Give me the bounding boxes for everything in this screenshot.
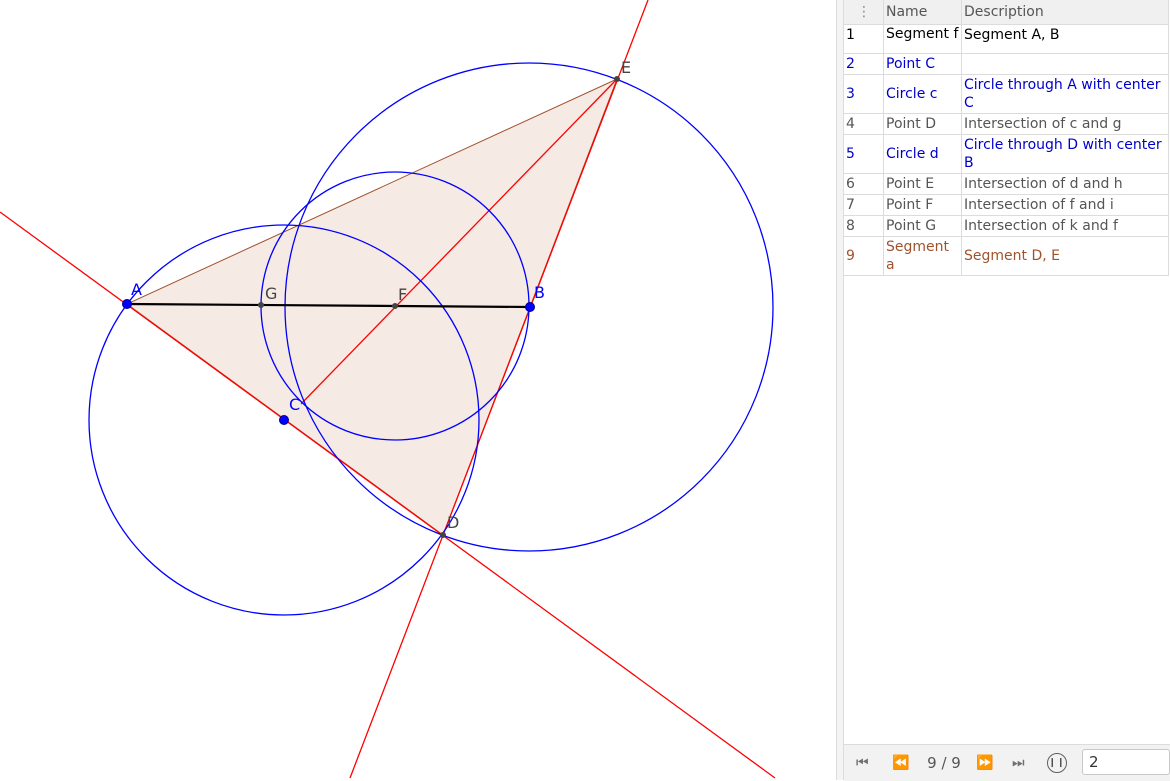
table-header-row: ⋮ Name Description <box>844 0 1169 25</box>
row-number: 2 <box>844 53 884 75</box>
row-description: Intersection of k and f <box>961 215 1169 237</box>
graphics-view[interactable]: A B C D E F G <box>0 0 836 780</box>
skip-to-end-icon[interactable]: ⏭ <box>1012 754 1025 772</box>
table-row[interactable]: 3 Circle c Circle through A with center … <box>844 74 1169 114</box>
rewind-icon[interactable]: ⏪ <box>892 754 909 772</box>
point-a[interactable] <box>122 299 132 309</box>
row-description <box>961 53 1169 75</box>
table-row[interactable]: 8 Point G Intersection of k and f <box>844 215 1169 237</box>
triangle-polygon[interactable] <box>126 78 618 536</box>
row-number: 3 <box>844 74 884 114</box>
row-number: 6 <box>844 173 884 195</box>
row-name: Segment f <box>883 24 962 54</box>
row-name: Segment a <box>883 236 962 276</box>
skip-to-start-icon[interactable]: ⏮ <box>856 754 869 772</box>
pause-icon: ❙❙ <box>1048 758 1066 768</box>
column-header-name[interactable]: Name <box>883 0 962 25</box>
row-description: Segment D, E <box>961 236 1169 276</box>
panel-splitter[interactable] <box>836 0 844 780</box>
row-name: Point G <box>883 215 962 237</box>
point-e[interactable] <box>614 76 620 82</box>
row-name: Point F <box>883 194 962 216</box>
row-name: Point D <box>883 113 962 135</box>
row-name: Circle d <box>883 134 962 174</box>
row-number: 1 <box>844 24 884 54</box>
vertical-dots-icon[interactable]: ⋮ <box>857 3 871 21</box>
construction-protocol: ⋮ Name Description 1 Segment f Segment A… <box>844 0 1170 780</box>
column-header-description[interactable]: Description <box>961 0 1169 25</box>
row-description: Segment A, B <box>961 24 1169 54</box>
speed-input[interactable] <box>1082 749 1170 775</box>
geometry-canvas[interactable]: A B C D E F G <box>0 0 836 780</box>
navigation-bar: ⏮ ⏪ 9 / 9 ⏩ ⏭ ❙❙ <box>844 744 1170 781</box>
row-name: Point E <box>883 173 962 195</box>
table-row[interactable]: 4 Point D Intersection of c and g <box>844 113 1169 135</box>
point-e-label: E <box>621 58 631 77</box>
row-number: 7 <box>844 194 884 216</box>
table-row[interactable]: 9 Segment a Segment D, E <box>844 236 1169 276</box>
pause-button[interactable]: ❙❙ <box>1047 753 1067 773</box>
table-row[interactable]: 5 Circle d Circle through D with center … <box>844 134 1169 174</box>
row-description: Intersection of c and g <box>961 113 1169 135</box>
row-name: Point C <box>883 53 962 75</box>
column-menu[interactable]: ⋮ <box>844 0 884 25</box>
row-name: Circle c <box>883 74 962 114</box>
table-row[interactable]: 1 Segment f Segment A, B <box>844 24 1169 54</box>
step-indicator: 9 / 9 <box>927 754 961 772</box>
point-b[interactable] <box>525 302 535 312</box>
point-d[interactable] <box>440 532 446 538</box>
point-f-label: F <box>398 285 407 304</box>
point-b-label: B <box>534 283 545 302</box>
row-number: 4 <box>844 113 884 135</box>
point-g-label: G <box>265 284 277 303</box>
table-row[interactable]: 7 Point F Intersection of f and i <box>844 194 1169 216</box>
row-description: Circle through A with center C <box>961 74 1169 114</box>
fast-forward-icon[interactable]: ⏩ <box>976 754 993 772</box>
row-description: Intersection of f and i <box>961 194 1169 216</box>
point-g[interactable] <box>258 302 264 308</box>
row-number: 5 <box>844 134 884 174</box>
row-description: Circle through D with center B <box>961 134 1169 174</box>
point-d-label: D <box>447 513 459 532</box>
point-c-label: C <box>289 395 300 414</box>
row-description: Intersection of d and h <box>961 173 1169 195</box>
table-row[interactable]: 2 Point C <box>844 53 1169 75</box>
table-row[interactable]: 6 Point E Intersection of d and h <box>844 173 1169 195</box>
construction-table: ⋮ Name Description 1 Segment f Segment A… <box>844 0 1169 276</box>
row-number: 9 <box>844 236 884 276</box>
point-c[interactable] <box>279 415 289 425</box>
row-number: 8 <box>844 215 884 237</box>
point-a-label: A <box>131 280 142 299</box>
